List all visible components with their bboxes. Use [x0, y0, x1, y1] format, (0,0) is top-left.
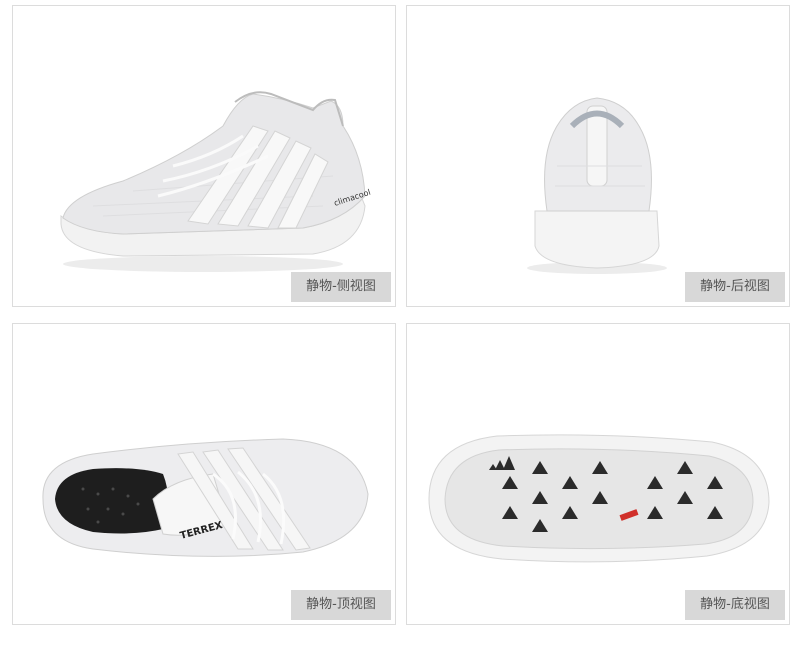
side-view-shoe-image: climacool [60, 91, 372, 272]
side-view-caption: 静物-侧视图 [291, 272, 391, 302]
bottom-view-panel: 静物-底视图 [406, 323, 790, 625]
bottom-view-caption: 静物-底视图 [685, 590, 785, 620]
back-view-shoe-image [527, 97, 667, 274]
bottom-view-shoe-image [428, 434, 770, 563]
top-view-panel: TERREX 静物-顶视图 [12, 323, 396, 625]
back-view-panel: 静物-后视图 [406, 5, 790, 307]
back-view-caption: 静物-后视图 [685, 272, 785, 302]
side-view-panel: climacool 静物-侧视图 [12, 5, 396, 307]
top-view-shoe-image: TERREX [42, 438, 369, 557]
top-view-caption: 静物-顶视图 [291, 590, 391, 620]
